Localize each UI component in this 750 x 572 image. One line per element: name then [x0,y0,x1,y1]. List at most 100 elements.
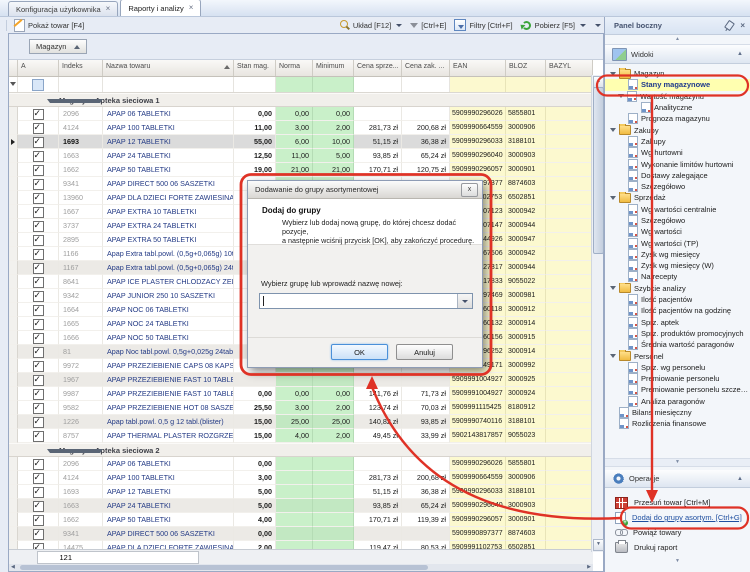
column-header-A[interactable]: A [18,60,59,76]
layout-button[interactable]: Układ [F12] [336,18,406,32]
tree-item[interactable]: Sprz. aptek [605,317,750,328]
tree-item[interactable]: Prognoza magazynu [605,113,750,124]
tree-item[interactable]: Szczegółowo [605,181,750,192]
row-checkbox[interactable] [33,417,44,428]
fetch-button[interactable]: Pobierz [F5] [517,18,590,32]
tree-item[interactable]: Wg wartości [605,226,750,237]
table-row[interactable]: 1663APAP 24 TABLETKI12,5011,005,0093,85 … [9,149,593,163]
tree-expander-icon[interactable] [610,354,616,358]
row-checkbox[interactable] [33,221,44,232]
row-checkbox[interactable] [33,529,44,540]
dialog-title-bar[interactable]: Dodawanie do grupy asortymentowej x [248,181,482,199]
row-checkbox[interactable] [33,487,44,498]
horizontal-scroll-thumb[interactable] [20,565,428,570]
tree-item[interactable]: Średnia wartość paragonów [605,339,750,350]
column-header-EAN[interactable]: EAN [450,60,506,76]
group-field-chip-magazyn[interactable]: Magazyn [29,39,87,54]
column-header-BLOZ[interactable]: BLOZ [506,60,546,76]
table-row[interactable]: 1662APAP 50 TABLETKI19,0021,0021,00170,7… [9,163,593,177]
tree-item[interactable]: Zysk wg miesięcy [605,249,750,260]
filter-cell[interactable] [59,77,103,92]
vertical-scroll-thumb[interactable] [593,87,604,254]
filter-cell[interactable] [9,77,18,92]
group-row[interactable]: Magazyn: Apteka sieciowa 2 [9,443,593,457]
views-section-header[interactable]: Widoki ▲ [605,45,750,64]
group-combo-input[interactable] [259,293,473,309]
row-checkbox[interactable] [33,123,44,134]
panel-splitter[interactable]: ▼ [605,458,750,467]
row-checkbox[interactable] [33,193,44,204]
tree-item[interactable]: Sprzedaż [605,192,750,203]
row-checkbox[interactable] [33,333,44,344]
column-header-Cena zak. ...[interactable]: Cena zak. ... [402,60,450,76]
scroll-left-button[interactable]: ◀ [11,564,15,571]
tree-item[interactable]: Zysk wg miesięcy (W) [605,260,750,271]
tree-item[interactable]: Bilans miesięczny [605,407,750,418]
row-checkbox[interactable] [33,109,44,120]
scroll-down-button[interactable]: ▼ [593,539,604,551]
operation-printer[interactable]: Drukuj raport [605,540,750,555]
tree-item[interactable]: Wg wartości centralnie [605,204,750,215]
tree-expander-icon[interactable] [610,72,616,76]
tree-item[interactable]: Na recepty [605,271,750,282]
group-collapse-icon[interactable] [47,99,103,103]
table-row[interactable]: 9341APAP DIRECT 500 06 SASZETKI0,0059099… [9,527,593,541]
horizontal-scrollbar[interactable]: ◀ ▶ [9,564,593,571]
filter-cell[interactable] [276,77,313,92]
table-row[interactable]: 2096APAP 06 TABLETKI0,000,000,0059099902… [9,107,593,121]
close-tab-icon[interactable]: × [189,5,194,11]
row-checkbox[interactable] [33,431,44,442]
export-button[interactable]: [Ctrl+E] [406,18,450,32]
cancel-button[interactable]: Anuluj [396,344,453,360]
filter-cell[interactable] [402,77,450,92]
tree-item[interactable]: Premiowanie personelu szczeg... [605,384,750,395]
tab-konfiguracja-uzytkownika[interactable]: Konfiguracja użytkownika × [8,1,118,16]
tree-item[interactable]: Wg wartości (TP) [605,237,750,248]
filter-cell[interactable] [313,77,354,92]
filters-button[interactable]: Filtry [Ctrl+F] [450,18,516,32]
row-checkbox[interactable] [33,263,44,274]
column-header-Stan mag.[interactable]: Stan mag. [234,60,276,76]
table-row[interactable]: 9582APAP PRZEZIEBIENIE HOT 08 SASZETKI25… [9,401,593,415]
tree-item[interactable]: Stany magazynowe [605,79,750,90]
column-header-Norma[interactable]: Norma [276,60,313,76]
table-row[interactable]: 1693APAP 12 TABLETKI55,006,0010,0051,15 … [9,135,593,149]
filter-cell[interactable] [103,77,234,92]
row-checkbox[interactable] [33,319,44,330]
row-checkbox[interactable] [33,137,44,148]
table-row[interactable]: 2096APAP 06 TABLETKI0,005909990296026585… [9,457,593,471]
row-checkbox[interactable] [33,165,44,176]
combo-dropdown-button[interactable] [457,294,472,308]
row-checkbox[interactable] [33,291,44,302]
ok-button[interactable]: OK [331,344,388,360]
filter-cell[interactable] [234,77,276,92]
grid-filter-row[interactable] [9,77,593,93]
tree-item[interactable]: Wg hurtowni [605,147,750,158]
tree-item[interactable]: Szybkie analizy [605,283,750,294]
tree-item[interactable]: Rozliczenia finansowe [605,418,750,429]
column-header-indicator[interactable] [9,60,18,76]
close-tab-icon[interactable]: × [106,6,111,12]
operation-move-box[interactable]: Przesuń towar [Ctrl+M] [605,495,750,510]
tree-item[interactable]: Sprz. wg personelu [605,362,750,373]
filter-cell[interactable] [354,77,402,92]
row-checkbox[interactable] [33,459,44,470]
tree-item[interactable]: Szczegółowo [605,215,750,226]
operations-section-header[interactable]: Operacje ▲ [605,470,750,488]
row-checkbox[interactable] [33,277,44,288]
operation-add-to-group[interactable]: Dodaj do grupy asortym. [Ctrl+G] [605,510,750,525]
tree-item[interactable]: Zakupy [605,124,750,135]
row-checkbox[interactable] [33,207,44,218]
tree-expander-icon[interactable] [610,128,616,132]
tree-item[interactable]: Personel [605,350,750,361]
group-collapse-icon[interactable] [47,449,103,453]
toolbar-overflow-button[interactable] [590,18,604,32]
tree-item[interactable]: Sprz. produktów promocyjnych [605,328,750,339]
column-header-Nazwa towaru[interactable]: Nazwa towaru [103,60,234,76]
column-header-Cena sprze...[interactable]: Cena sprze... [354,60,402,76]
vertical-scrollbar[interactable]: ▲ ▼ [591,75,603,552]
table-row[interactable]: 4124APAP 100 TABLETKI11,003,002,00281,73… [9,121,593,135]
tree-item[interactable]: Analityczne [605,102,750,113]
filter-cell[interactable] [506,77,546,92]
tree-item[interactable]: Ilość pacjentów na godzinę [605,305,750,316]
